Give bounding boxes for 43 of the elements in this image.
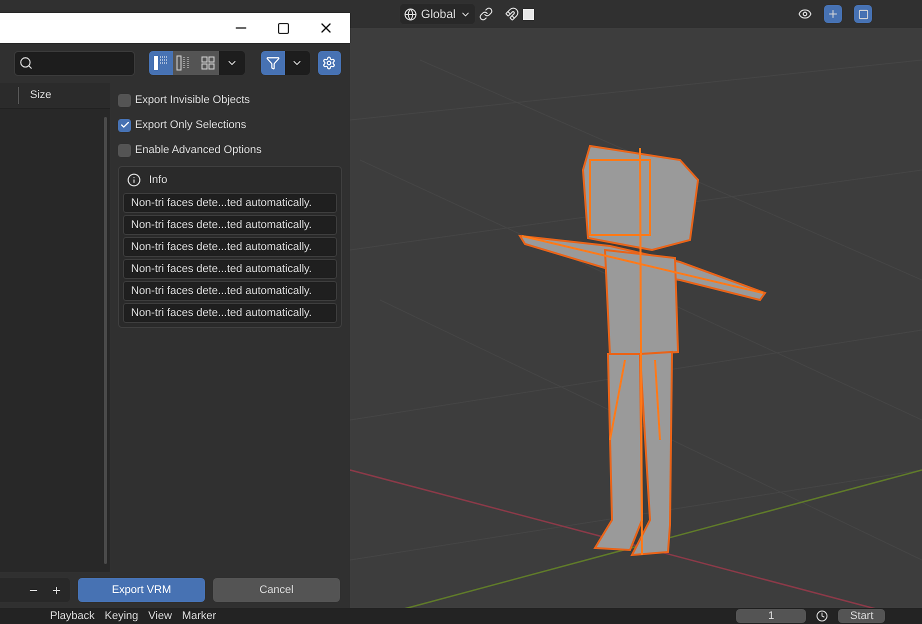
filter-icon [266, 56, 280, 70]
search-icon [19, 56, 33, 70]
checkbox[interactable] [118, 118, 131, 132]
display-mode-button[interactable] [172, 51, 196, 75]
settings-button[interactable] [318, 51, 341, 75]
plus-icon[interactable] [51, 584, 62, 596]
display-mode-button[interactable] [196, 51, 220, 75]
search-field[interactable] [14, 50, 136, 76]
timeline-menu[interactable]: Playback [50, 608, 95, 624]
start-frame-field[interactable]: Start [838, 609, 886, 623]
checkbox[interactable] [118, 144, 131, 156]
info-message: Non-tri faces dete...ted automatically. [123, 281, 337, 301]
maximize-icon[interactable] [277, 22, 290, 34]
info-message: Non-tri faces dete...ted automatically. [123, 259, 337, 279]
scrollbar[interactable] [104, 117, 107, 564]
selectability-icon[interactable] [798, 7, 812, 21]
snap-target-swatch[interactable] [522, 8, 534, 20]
option-checkbox[interactable]: Export Only Selections [118, 116, 342, 134]
filter-button[interactable] [260, 51, 286, 75]
timeline-menu[interactable]: View [148, 608, 172, 624]
info-message: Non-tri faces dete...ted automatically. [123, 215, 337, 235]
grid-view-icon [200, 55, 216, 71]
checkbox[interactable] [118, 94, 131, 106]
gizmo-toggle[interactable] [824, 5, 842, 23]
overlay-toggle[interactable] [854, 5, 872, 23]
orientation-dropdown[interactable]: Global [400, 4, 475, 24]
list-view-icon [152, 55, 169, 71]
timeline-menu[interactable]: Marker [182, 608, 216, 624]
magnet-icon[interactable] [504, 7, 519, 21]
info-message: Non-tri faces dete...ted automatically. [123, 237, 337, 257]
stopwatch-icon[interactable] [816, 610, 828, 622]
info-message: Non-tri faces dete...ted automatically. [123, 193, 337, 213]
info-title: Info [149, 172, 168, 188]
frame-field[interactable]: 1 [736, 609, 806, 623]
column-header[interactable]: Size [18, 87, 52, 104]
export-button[interactable]: Export VRM [78, 578, 205, 602]
timeline-menu[interactable]: Keying [104, 608, 138, 624]
info-icon [127, 173, 141, 187]
option-checkbox[interactable]: Export Invisible Objects [118, 91, 342, 109]
info-message: Non-tri faces dete...ted automatically. [123, 303, 337, 323]
settings-icon [322, 56, 336, 70]
cancel-button[interactable]: Cancel [213, 578, 340, 602]
option-checkbox[interactable]: Enable Advanced Options [118, 141, 342, 159]
